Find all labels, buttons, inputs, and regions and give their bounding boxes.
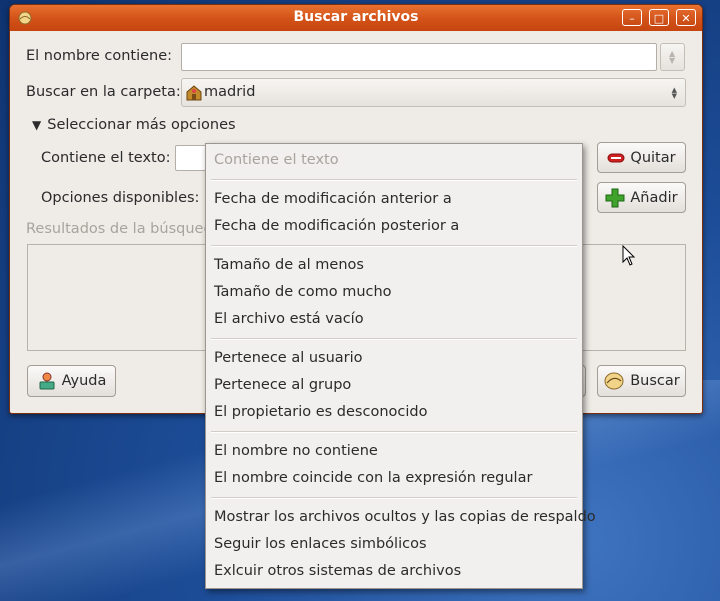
folder-select[interactable]: madrid ▲ ▼ <box>181 78 686 107</box>
help-button[interactable]: Ayuda <box>27 365 116 397</box>
chevron-updown-icon: ▲ ▼ <box>669 49 676 65</box>
menu-separator <box>211 497 577 499</box>
search-icon <box>604 372 624 390</box>
menu-item-modified-after[interactable]: Fecha de modificación posterior a <box>214 218 459 234</box>
menu-item-owned-by-group[interactable]: Pertenece al grupo <box>214 377 351 393</box>
menu-item-follow-symlinks[interactable]: Seguir los enlaces simbólicos <box>214 536 427 552</box>
menu-item-name-regex[interactable]: El nombre coincide con la expresión regu… <box>214 470 532 486</box>
menu-item-name-not-contains[interactable]: El nombre no contiene <box>214 443 378 459</box>
menu-item-owner-unknown[interactable]: El propietario es desconocido <box>214 404 427 420</box>
window-title: Buscar archivos <box>293 9 419 25</box>
add-icon <box>605 188 625 207</box>
menu-item-exclude-filesystems[interactable]: Exlcuir otros sistemas de archivos <box>214 563 461 579</box>
menu-item-owned-by-user[interactable]: Pertenece al usuario <box>214 350 363 366</box>
remove-icon <box>607 153 625 162</box>
folder-label: Buscar en la carpeta: <box>26 84 181 100</box>
mouse-cursor-icon <box>622 245 636 266</box>
menu-separator <box>211 338 577 340</box>
search-button[interactable]: Buscar <box>597 365 686 397</box>
add-button[interactable]: Añadir <box>597 182 686 213</box>
close-icon: ✕ <box>681 12 691 25</box>
available-options-label: Opciones disponibles: <box>41 190 200 206</box>
maximize-button[interactable]: □ <box>649 9 669 26</box>
menu-header: Contiene el texto <box>214 152 339 168</box>
maximize-icon: □ <box>653 12 665 25</box>
help-button-label: Ayuda <box>61 373 107 389</box>
results-label: Resultados de la búsqueda <box>26 221 222 237</box>
help-icon <box>39 372 55 390</box>
close-button[interactable]: ✕ <box>676 9 696 26</box>
add-button-label: Añadir <box>630 189 678 206</box>
available-options-menu: Contiene el texto Fecha de modificación … <box>205 143 596 589</box>
menu-item-file-empty[interactable]: El archivo está vacío <box>214 311 364 327</box>
name-history-button[interactable]: ▲ ▼ <box>660 43 685 71</box>
remove-button-label: Quitar <box>630 149 676 166</box>
minimize-button[interactable]: – <box>622 9 642 26</box>
more-options-expander[interactable]: ▼ Seleccionar más opciones <box>32 117 236 133</box>
menu-item-show-hidden[interactable]: Mostrar los archivos ocultos y las copia… <box>214 509 596 525</box>
chevron-updown-icon: ▲ ▼ <box>671 86 677 100</box>
title-bar[interactable]: Buscar archivos – □ ✕ <box>10 5 702 31</box>
name-input[interactable] <box>181 43 657 71</box>
menu-item-size-at-most[interactable]: Tamaño de como mucho <box>214 284 392 300</box>
remove-button[interactable]: Quitar <box>597 142 686 173</box>
menu-separator <box>211 431 577 433</box>
search-button-label: Buscar <box>630 373 680 389</box>
minimize-icon: – <box>629 12 635 25</box>
folder-value: madrid <box>204 84 256 100</box>
menu-separator <box>211 245 577 247</box>
more-options-label: Seleccionar más opciones <box>47 117 236 133</box>
name-label: El nombre contiene: <box>26 48 173 64</box>
home-folder-icon <box>186 85 202 101</box>
menu-item-size-at-least[interactable]: Tamaño de al menos <box>214 257 364 273</box>
contains-text-label: Contiene el texto: <box>41 150 171 166</box>
menu-separator <box>211 179 577 181</box>
triangle-down-icon: ▼ <box>32 118 42 132</box>
menu-item-modified-before[interactable]: Fecha de modificación anterior a <box>214 191 452 207</box>
